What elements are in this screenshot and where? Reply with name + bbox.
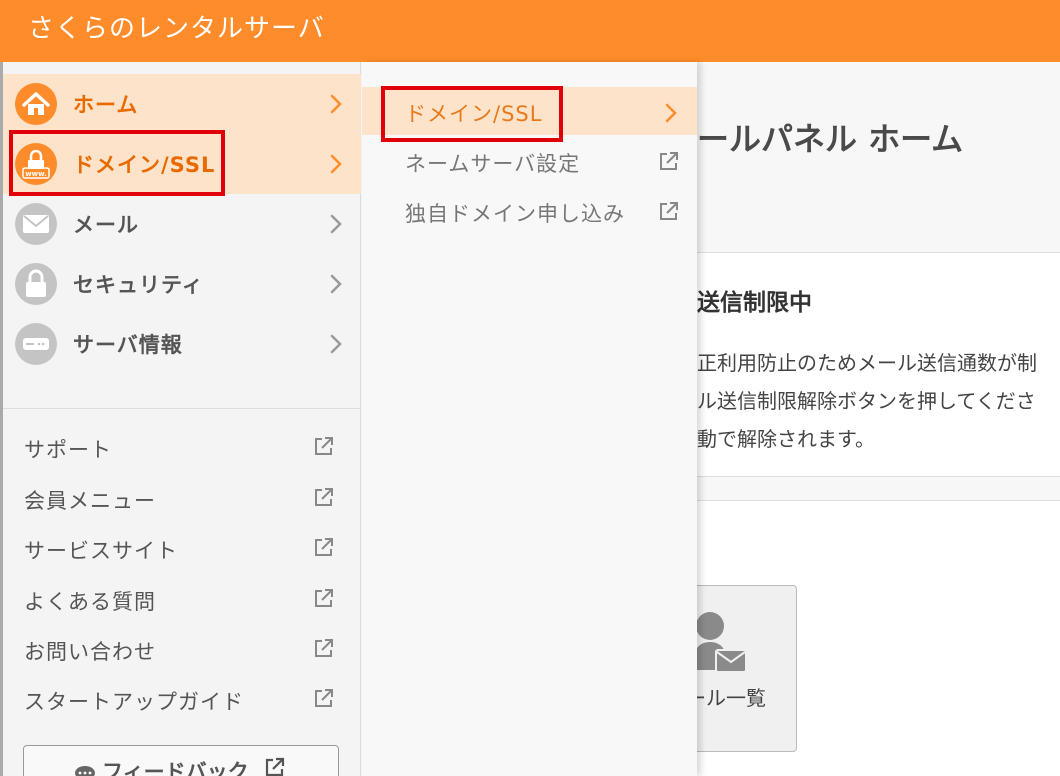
notice-line: 動で解除されます。 <box>697 427 875 451</box>
sidebar-item-security[interactable]: セキュリティ <box>3 254 361 314</box>
sidebar-item-home[interactable]: ホーム <box>3 74 361 134</box>
sidebar-divider <box>3 408 361 409</box>
chevron-right-icon <box>665 103 677 123</box>
sidebar-link-label: サポート <box>24 438 112 462</box>
sidebar-item-label: ドメイン/SSL <box>73 153 216 177</box>
sidebar-link-label: スタートアップガイド <box>24 690 244 714</box>
lock-icon-circle <box>15 263 57 305</box>
submenu-item-domain-ssl[interactable]: ドメイン/SSL <box>362 87 697 135</box>
external-link-icon <box>315 437 333 455</box>
chevron-right-icon <box>330 334 342 354</box>
sidebar-item-label: セキュリティ <box>73 273 204 297</box>
feedback-button[interactable]: フィードバック <box>23 745 339 776</box>
external-link-icon <box>660 152 678 170</box>
sidebar-link-startup-guide[interactable]: スタートアップガイド <box>3 676 361 720</box>
external-link-icon <box>315 689 333 707</box>
sidebar-link-support[interactable]: サポート <box>3 424 361 468</box>
sidebar-link-label: よくある質問 <box>24 590 156 614</box>
chevron-right-icon <box>330 94 342 114</box>
external-link-icon <box>315 589 333 607</box>
mail-icon <box>23 215 49 233</box>
external-link-icon <box>315 488 333 506</box>
sidebar-item-label: サーバ情報 <box>73 333 183 357</box>
svg-text:www.: www. <box>25 170 47 178</box>
sidebar-item-mail[interactable]: メール <box>3 194 361 254</box>
server-icon-circle <box>15 323 57 365</box>
external-link-icon <box>660 202 678 220</box>
sidebar-item-label: ホーム <box>73 93 139 117</box>
notice-line: 正利用防止のためメール送信通数が制 <box>697 351 1037 375</box>
notice-line: ル送信制限解除ボタンを押してくださ <box>697 389 1036 413</box>
home-icon <box>22 92 50 115</box>
chat-bubble-icon <box>75 766 95 776</box>
external-link-icon <box>265 757 285 776</box>
sidebar-link-faq[interactable]: よくある質問 <box>3 576 361 620</box>
domain-lock-icon: www. <box>22 149 50 179</box>
sidebar: ホーム www. ドメイン/SSL メール セキュリティ サーバ情報 サポート … <box>3 62 361 776</box>
sidebar-link-label: お問い合わせ <box>24 640 156 664</box>
sidebar-link-member-menu[interactable]: 会員メニュー <box>3 475 361 519</box>
brand-title[interactable]: さくらのレンタルサーバ <box>28 12 325 46</box>
chevron-right-icon <box>330 214 342 234</box>
main-content: ールパネル ホーム 送信制限中 正利用防止のためメール送信通数が制 ル送信制限解… <box>697 62 1060 776</box>
app-header: さくらのレンタルサーバ <box>0 0 1060 62</box>
lock-icon <box>26 269 46 297</box>
domain-ssl-submenu: ドメイン/SSL ネームサーバ設定 独自ドメイン申し込み <box>362 62 697 776</box>
external-link-icon <box>315 639 333 657</box>
external-link-icon <box>315 538 333 556</box>
server-icon <box>23 338 49 350</box>
submenu-item-label: 独自ドメイン申し込み <box>405 202 625 226</box>
mail-limit-notice: 送信制限中 正利用防止のためメール送信通数が制 ル送信制限解除ボタンを押してくだ… <box>697 252 1060 477</box>
submenu-item-domain-apply[interactable]: 独自ドメイン申し込み <box>362 187 697 235</box>
user-mail-icon <box>697 612 747 673</box>
card-label: ール一覧 <box>697 686 766 710</box>
sidebar-link-contact[interactable]: お問い合わせ <box>3 626 361 670</box>
chevron-right-icon <box>330 274 342 294</box>
page-title: ールパネル ホーム <box>697 120 964 158</box>
mail-icon-circle <box>15 203 57 245</box>
domain-icon-circle: www. <box>15 143 57 185</box>
feedback-label: フィードバック <box>102 760 249 776</box>
home-icon-circle <box>15 83 57 125</box>
sidebar-item-server-info[interactable]: サーバ情報 <box>3 314 361 374</box>
mail-list-card[interactable]: ール一覧 <box>697 585 797 752</box>
submenu-item-label: ドメイン/SSL <box>405 102 543 126</box>
sidebar-link-label: 会員メニュー <box>24 489 156 513</box>
sidebar-link-label: サービスサイト <box>24 539 178 563</box>
submenu-item-name-server[interactable]: ネームサーバ設定 <box>362 137 697 185</box>
sidebar-item-domain-ssl[interactable]: www. ドメイン/SSL <box>3 134 361 194</box>
sidebar-item-label: メール <box>73 213 139 237</box>
submenu-item-label: ネームサーバ設定 <box>405 152 581 176</box>
sidebar-link-service-site[interactable]: サービスサイト <box>3 525 361 569</box>
notice-title: 送信制限中 <box>697 290 812 316</box>
chevron-right-icon <box>330 154 342 174</box>
